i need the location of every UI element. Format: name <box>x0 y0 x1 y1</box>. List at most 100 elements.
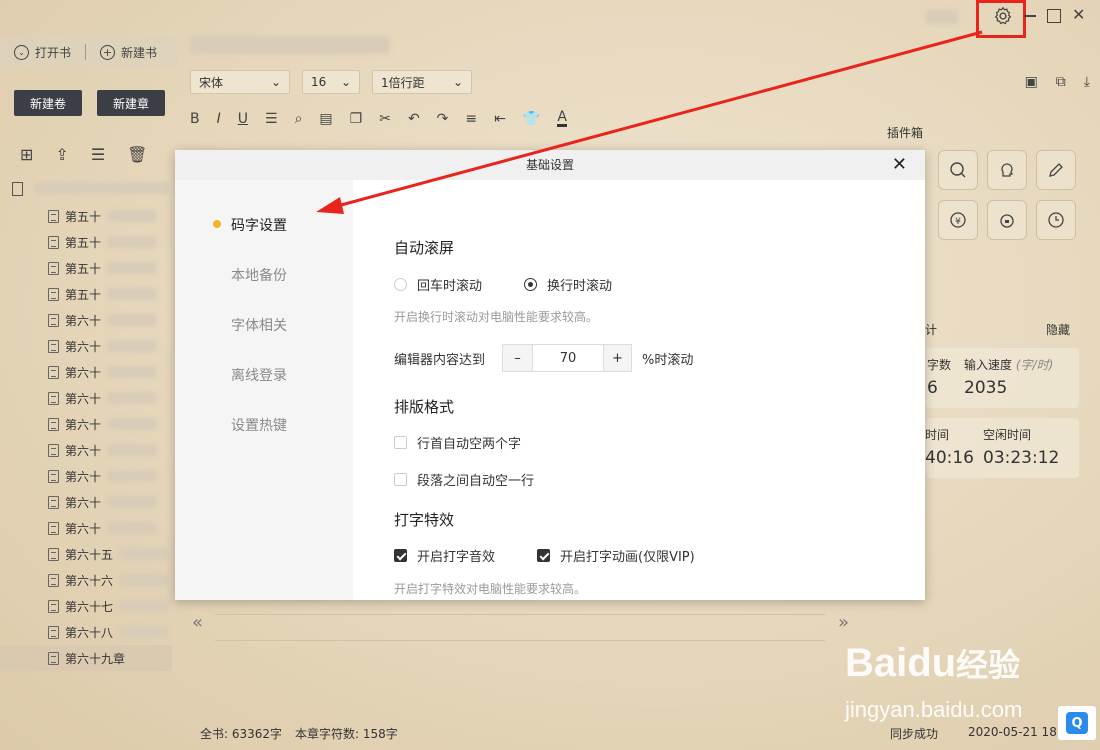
upload-icon[interactable]: ⇪ <box>55 145 68 164</box>
new-chapter-button[interactable]: 新建章 <box>97 90 165 116</box>
chapter-list-item[interactable]: 第六十 <box>48 463 173 489</box>
scroll-on-enter-option[interactable]: 回车时滚动 <box>394 275 482 294</box>
dialog-close-button[interactable]: ✕ <box>892 154 907 176</box>
nav-font-related[interactable]: 字体相关 <box>231 315 287 335</box>
chapter-list-item[interactable]: 第六十 <box>48 307 173 333</box>
char-count-value: 6 <box>927 378 938 398</box>
sync-status: 同步成功 <box>890 727 939 741</box>
editor-line <box>215 640 825 641</box>
threshold-input[interactable]: 70 <box>533 351 603 366</box>
svg-text:¥: ¥ <box>955 217 961 227</box>
nav-typing-settings[interactable]: 码字设置 <box>231 215 287 235</box>
chapter-list-item[interactable]: 第五十 <box>48 203 173 229</box>
scroll-on-wrap-option[interactable]: 换行时滚动 <box>524 275 612 294</box>
datetime: 2020-05-21 18: <box>968 725 1061 739</box>
threshold-label-text: 编辑器内容达到 <box>394 353 486 368</box>
download-icon[interactable]: ⤓ <box>1084 74 1090 90</box>
increment-button[interactable]: + <box>603 345 631 371</box>
prev-page-button[interactable]: « <box>192 612 203 633</box>
chapter-list-item[interactable]: 第五十 <box>48 281 173 307</box>
chapter-list-item[interactable]: 第五十 <box>48 255 173 281</box>
add-item-icon[interactable]: ⊞ <box>20 145 33 164</box>
maximize-button[interactable] <box>1047 9 1061 23</box>
chapter-title-blur <box>107 522 158 534</box>
undo-icon[interactable]: ↶ <box>408 111 420 127</box>
chapter-list-item[interactable]: 第六十五 <box>48 541 173 567</box>
chapter-title: 第六十 <box>65 339 102 354</box>
idle-label: 空闲时间 <box>983 428 1032 442</box>
chapter-list-item[interactable]: 第六十七 <box>48 593 173 619</box>
chapter-list-item[interactable]: 第六十 <box>48 385 173 411</box>
chapter-list-item[interactable]: 第五十 <box>48 229 173 255</box>
checkbox-checked[interactable] <box>537 549 550 562</box>
underline-icon[interactable]: U <box>238 111 248 127</box>
checkbox[interactable] <box>394 436 407 449</box>
head-plugin[interactable] <box>987 150 1027 190</box>
radio-button-selected[interactable] <box>524 278 537 291</box>
user-avatar[interactable] <box>926 10 958 24</box>
chevron-down-icon: ⌄ <box>340 75 351 89</box>
strikethrough-icon[interactable]: ☰ <box>265 111 278 127</box>
radio-button[interactable] <box>394 278 407 291</box>
sort-icon[interactable]: ☰ <box>91 145 105 164</box>
chapter-list-item[interactable]: 第六十九章 <box>48 645 173 671</box>
minimize-button[interactable] <box>1024 15 1036 17</box>
bold-icon[interactable]: B <box>190 111 200 127</box>
clock-plugin[interactable] <box>1036 200 1076 240</box>
chapter-list-item[interactable]: 第六十 <box>48 333 173 359</box>
checkbox-checked[interactable] <box>394 549 407 562</box>
chapter-list-item[interactable]: 第六十八 <box>48 619 173 645</box>
search-icon[interactable]: ⌕ <box>295 111 303 127</box>
font-select[interactable]: 宋体 ⌄ <box>190 70 290 94</box>
chapter-title: 第六十 <box>65 495 102 510</box>
trash-icon[interactable]: 🗑 <box>127 145 147 164</box>
help-widget[interactable]: Q <box>1058 706 1096 740</box>
italic-icon[interactable]: I <box>217 111 221 127</box>
line-spacing-select[interactable]: 1倍行距 ⌄ <box>372 70 472 94</box>
money-plugin[interactable]: ¥ <box>938 200 978 240</box>
close-window-button[interactable]: ✕ <box>1072 5 1085 24</box>
decrement-button[interactable]: – <box>503 345 533 371</box>
indent-option[interactable]: 行首自动空两个字 <box>394 433 521 452</box>
chapter-list-item[interactable]: 第六十 <box>48 411 173 437</box>
align-icon[interactable]: ≡ <box>465 111 477 127</box>
typing-animation-option[interactable]: 开启打字动画(仅限VIP) <box>537 546 695 565</box>
blank-line-option[interactable]: 段落之间自动空一行 <box>394 470 534 489</box>
size-select[interactable]: 16 ⌄ <box>302 70 360 94</box>
chapter-list-item[interactable]: 第六十 <box>48 489 173 515</box>
note-icon[interactable]: ▤ <box>319 111 332 127</box>
new-volume-button[interactable]: 新建卷 <box>14 90 82 116</box>
input-speed-unit: (字/时) <box>1015 358 1054 372</box>
nav-hotkeys[interactable]: 设置热键 <box>231 415 287 435</box>
chapter-list-item[interactable]: 第六十 <box>48 437 173 463</box>
next-page-button[interactable]: » <box>838 612 849 633</box>
hide-stats-button[interactable]: 隐藏 <box>1046 321 1070 338</box>
skin-icon[interactable]: 👕 <box>523 111 540 127</box>
redo-icon[interactable]: ↷ <box>437 111 449 127</box>
chapter-list-item[interactable]: 第六十六 <box>48 567 173 593</box>
copy-icon[interactable]: ❐ <box>350 111 363 127</box>
checkbox[interactable] <box>394 473 407 486</box>
chapter-title-blur <box>107 496 158 508</box>
chapter-list-item[interactable]: 第六十 <box>48 359 173 385</box>
new-book-button[interactable]: 新建书 <box>121 44 157 61</box>
indent-icon[interactable]: ⇤ <box>494 111 506 127</box>
settings-dialog: 基础设置 ✕ 码字设置 本地备份 字体相关 离线登录 设置热键 自动滚屏 回车时… <box>175 150 925 600</box>
option-label: 行首自动空两个字 <box>417 437 522 452</box>
chapter-title-blur <box>119 574 170 586</box>
chapter-title: 第五十 <box>65 261 102 276</box>
open-book-button[interactable]: 打开书 <box>35 44 71 61</box>
nav-local-backup[interactable]: 本地备份 <box>231 265 287 285</box>
volume-title[interactable] <box>34 182 169 194</box>
chapter-list-item[interactable]: 第六十 <box>48 515 173 541</box>
typing-sound-option[interactable]: 开启打字音效 <box>394 546 495 565</box>
cut-icon[interactable]: ✂ <box>379 111 391 127</box>
lock-plugin[interactable] <box>987 200 1027 240</box>
pen-plugin[interactable] <box>1036 150 1076 190</box>
text-color-icon[interactable]: A <box>557 110 567 127</box>
nav-offline-login[interactable]: 离线登录 <box>231 365 287 385</box>
save-icon[interactable]: ▣ <box>1025 74 1038 90</box>
save-as-icon[interactable]: ⧉ <box>1056 74 1066 90</box>
dictionary-plugin[interactable] <box>938 150 978 190</box>
format-title: 排版格式 <box>394 398 455 416</box>
